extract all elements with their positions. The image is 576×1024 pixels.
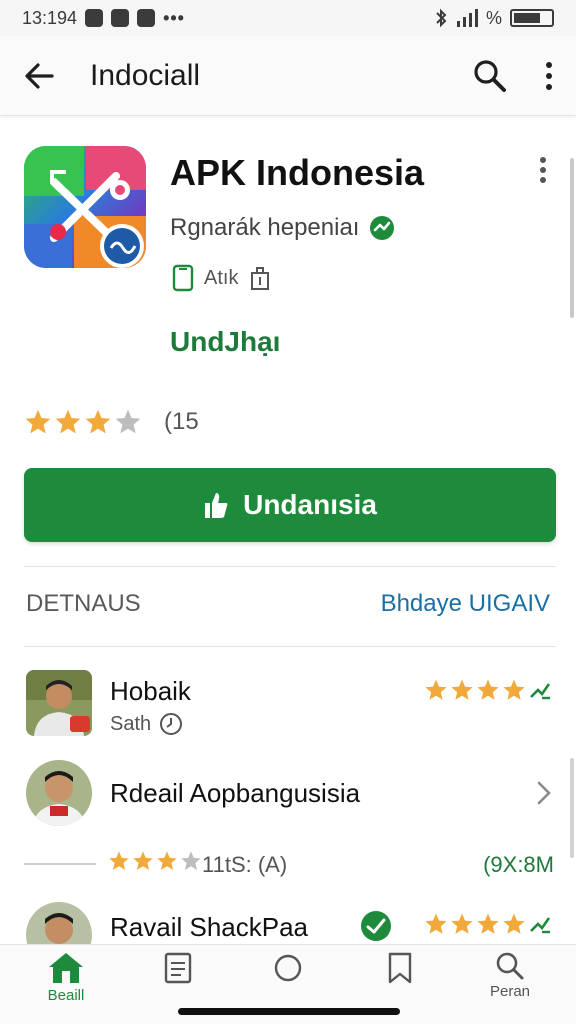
trend-icon: [530, 917, 551, 934]
star-filled-icon: [25, 409, 51, 434]
meta-row: Atık: [172, 264, 272, 292]
star-filled-icon: [133, 851, 153, 870]
nav-library[interactable]: [364, 951, 436, 985]
divider: [24, 566, 556, 567]
install-button[interactable]: Undanısia: [24, 468, 556, 542]
chevron-right-icon[interactable]: [536, 780, 552, 811]
star-filled-icon: [451, 913, 473, 934]
trend-icon: [530, 683, 551, 700]
star-filled-icon: [157, 851, 177, 870]
summary-size: (9X:8M: [483, 852, 554, 877]
review-stars: [424, 912, 552, 936]
status-time: 13:194: [22, 7, 78, 28]
scrollbar[interactable]: [570, 158, 574, 318]
section-title: DETNAUS: [26, 590, 141, 617]
verified-badge-icon: [370, 216, 395, 240]
star-filled-icon: [503, 679, 525, 700]
app-name: APK Indonesia: [170, 152, 425, 193]
thumbs-up-icon: [205, 493, 228, 518]
review-stars: [424, 678, 552, 702]
device-icon: [172, 264, 194, 292]
star-filled-icon: [425, 679, 447, 700]
bottom-nav: Beaill Peran: [0, 944, 576, 1024]
list-item[interactable]: Ravail ShackPaa: [24, 902, 556, 944]
more-vert-icon[interactable]: [538, 156, 548, 189]
rating-stars: [24, 408, 142, 436]
nav-search-label: Peran: [489, 983, 531, 1000]
install-link[interactable]: UndJhạı: [170, 326, 280, 358]
rating-row: (15: [24, 408, 199, 436]
app-details-content[interactable]: APK Indonesia Rgnarák hepeniaı Atık UndJ…: [0, 118, 576, 944]
divider: [24, 863, 96, 865]
section-link[interactable]: Bhdaye UIGAIV: [381, 590, 550, 618]
developer-name[interactable]: Rgnarák hepeniaı: [170, 214, 359, 242]
review-meta: Sath: [110, 712, 183, 736]
status-bar: 13:194 ••• %: [0, 0, 576, 36]
star-filled-icon: [55, 409, 81, 434]
gesture-home-bar[interactable]: [178, 1008, 400, 1015]
list-item[interactable]: Rdeail Aopbangusisia: [24, 758, 556, 832]
search-icon[interactable]: [472, 58, 508, 94]
scrollbar[interactable]: [570, 758, 574, 858]
reviewer-name: Ravail ShackPaa: [110, 912, 308, 942]
battery-percent: %: [485, 7, 502, 28]
nav-home[interactable]: Beaill: [30, 951, 102, 1004]
star-filled-icon: [109, 851, 129, 870]
star-filled-icon: [477, 913, 499, 934]
app-logo-icon[interactable]: [24, 146, 146, 268]
notification-icon: [85, 9, 104, 27]
nav-search[interactable]: Peran: [474, 951, 546, 1000]
home-icon: [49, 953, 83, 983]
summary-stars: [108, 850, 202, 872]
section-header: DETNAUS Bhdaye UIGAIV: [26, 590, 550, 618]
developer-row[interactable]: Rgnarák hepeniaı: [170, 214, 395, 242]
verified-badge-icon: [361, 911, 391, 941]
star-filled-icon: [477, 679, 499, 700]
more-notifications-icon: •••: [163, 7, 185, 28]
star-filled-icon: [425, 913, 447, 934]
star-empty-icon: [115, 409, 141, 434]
rating-summary: 11tS: (A) (9X:8M: [24, 850, 556, 880]
meta-label: Atık: [204, 266, 239, 289]
app-bar: Indociall: [0, 36, 576, 116]
page-title: Indociall: [90, 58, 201, 92]
reviewer-name: Hobaik: [110, 676, 191, 706]
star-empty-icon: [181, 851, 201, 870]
content-rating-icon: [251, 267, 270, 290]
avatar: [26, 670, 92, 736]
bookmark-icon: [388, 952, 412, 984]
star-filled-icon: [451, 679, 473, 700]
install-button-label: Undanısia: [243, 489, 377, 520]
reviewer-name: Rdeail Aopbangusisia: [110, 778, 361, 808]
list-item[interactable]: Hobaik Sath: [24, 670, 556, 744]
nav-home-button[interactable]: [252, 951, 324, 983]
star-filled-icon: [503, 913, 525, 934]
signal-icon: [456, 9, 478, 27]
clock-icon: [160, 713, 183, 735]
nav-home-label: Beaill: [47, 987, 85, 1004]
rating-count: (15: [164, 408, 199, 435]
document-icon: [164, 952, 192, 984]
avatar: [26, 760, 92, 826]
app-header: APK Indonesia Rgnarák hepeniaı Atık: [24, 146, 554, 292]
avatar: [26, 902, 92, 944]
divider: [24, 646, 556, 647]
star-filled-icon: [85, 409, 111, 434]
bluetooth-icon: [436, 8, 447, 28]
battery-icon: [510, 9, 554, 27]
circle-home-icon: [274, 954, 302, 982]
review-sub: Sath: [110, 712, 152, 735]
nav-apps[interactable]: [142, 951, 214, 985]
notification-icon: [137, 9, 156, 27]
search-icon: [496, 952, 524, 980]
more-vert-icon[interactable]: [544, 61, 554, 91]
back-arrow-icon[interactable]: [22, 59, 56, 93]
summary-value: 11tS: (A): [202, 852, 288, 877]
notification-icon: [111, 9, 130, 27]
